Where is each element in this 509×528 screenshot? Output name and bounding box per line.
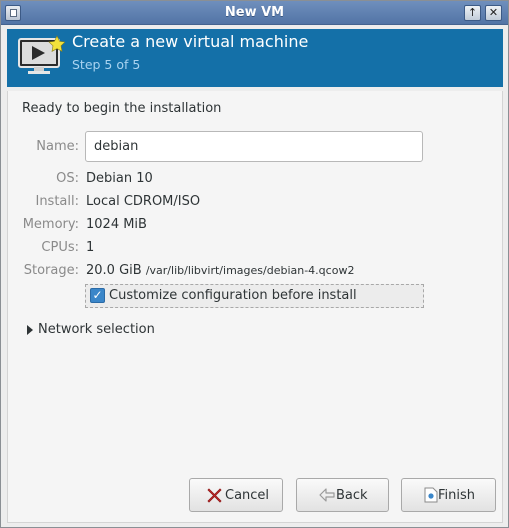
cancel-button-label: Cancel (225, 488, 270, 503)
customize-checkbox-label[interactable]: Customize configuration before install (109, 288, 357, 303)
storage-label: Storage: (23, 263, 79, 278)
os-label: OS: (56, 171, 79, 186)
wizard-header: Create a new virtual machine Step 5 of 5 (7, 29, 503, 87)
finish-button-label: Finish (438, 488, 476, 503)
name-label: Name: (36, 139, 79, 154)
cancel-icon (207, 488, 222, 503)
memory-value: 1024 MiB (86, 217, 147, 232)
maximize-button[interactable]: ↑ (464, 5, 481, 21)
back-button-label: Back (336, 488, 368, 503)
memory-label: Memory: (22, 217, 79, 232)
back-arrow-icon (319, 488, 335, 502)
cpus-value: 1 (86, 240, 95, 255)
back-button[interactable]: Back (296, 478, 389, 512)
storage-size: 20.0 GiB (86, 263, 142, 278)
finish-button[interactable]: Finish (401, 478, 496, 512)
finish-document-icon (424, 487, 438, 503)
install-label: Install: (35, 194, 79, 209)
wizard-title: Create a new virtual machine (72, 32, 309, 51)
monitor-star-icon (18, 35, 65, 74)
title-bar[interactable]: New VM ↑ ✕ (1, 1, 508, 25)
wizard-step: Step 5 of 5 (72, 57, 141, 72)
network-selection-label[interactable]: Network selection (38, 322, 155, 337)
install-value: Local CDROM/ISO (86, 194, 201, 209)
summary-heading: Ready to begin the installation (22, 101, 222, 116)
expander-arrow-icon[interactable] (27, 325, 33, 335)
close-button[interactable]: ✕ (485, 5, 502, 21)
customize-checkbox-row[interactable]: ✓ Customize configuration before install (85, 284, 424, 308)
storage-path: /var/lib/libvirt/images/debian-4.qcow2 (145, 264, 355, 277)
window-title: New VM (224, 5, 285, 20)
os-value: Debian 10 (86, 171, 153, 186)
cpus-label: CPUs: (41, 240, 79, 255)
new-vm-window: New VM ↑ ✕ Create a new virtual machine … (0, 0, 509, 528)
vm-name-input[interactable] (85, 131, 423, 162)
customize-checkbox[interactable]: ✓ (90, 288, 105, 303)
cancel-button[interactable]: Cancel (189, 478, 283, 512)
storage-value: 20.0 GiB /var/lib/libvirt/images/debian-… (86, 263, 354, 278)
